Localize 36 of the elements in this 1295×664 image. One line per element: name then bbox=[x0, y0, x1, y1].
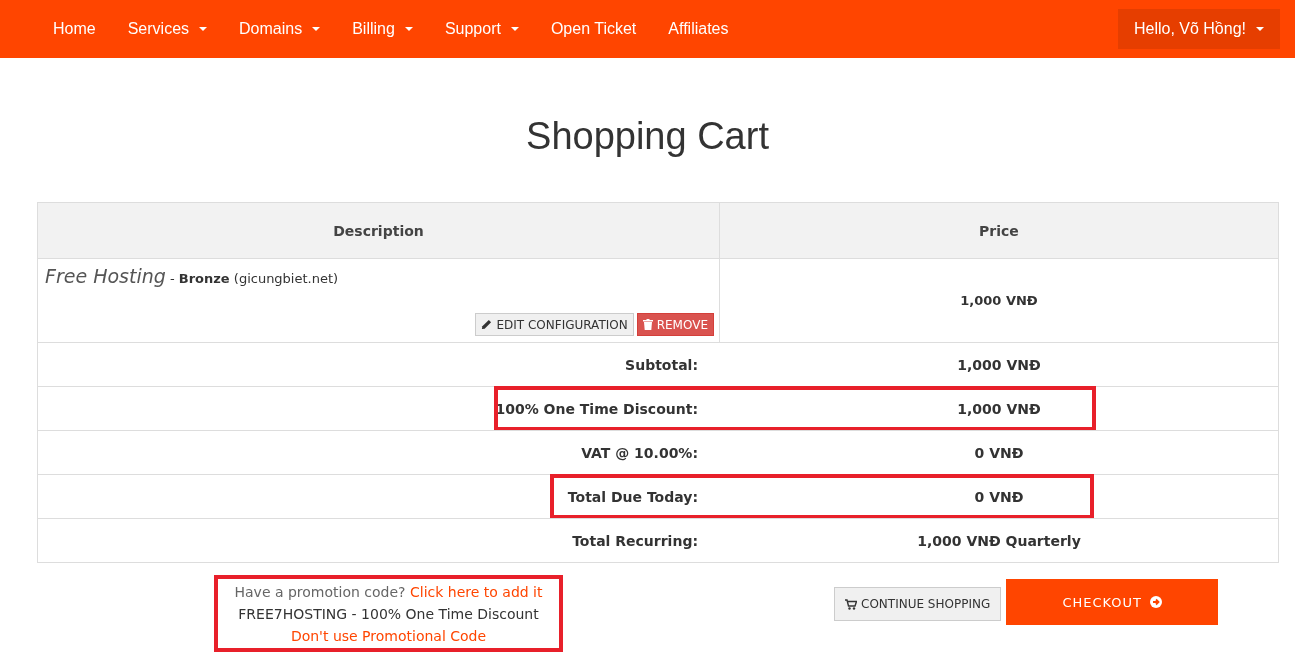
trash-icon bbox=[642, 319, 653, 330]
summary-label: 100% One Time Discount: bbox=[495, 400, 698, 417]
summary-value: 0 VNĐ bbox=[974, 488, 1024, 505]
nav-link[interactable]: Affiliates bbox=[652, 20, 745, 38]
checkout-button[interactable]: CHECKOUT bbox=[1006, 579, 1219, 625]
applied-promo: FREE7HOSTING - 100% One Time Discount bbox=[238, 604, 539, 624]
continue-shopping-button[interactable]: CONTINUE SHOPPING bbox=[834, 587, 1002, 621]
summary-value: 1,000 VNĐ Quarterly bbox=[917, 532, 1081, 549]
nav-link[interactable]: Home bbox=[37, 20, 112, 38]
column-header: Description bbox=[38, 203, 720, 258]
summary-value: 1,000 VNĐ bbox=[957, 400, 1041, 417]
summary-label: Total Recurring: bbox=[572, 532, 698, 549]
summary-label: Subtotal: bbox=[625, 356, 698, 373]
nav-link[interactable]: Open Ticket bbox=[534, 20, 653, 38]
summary-value: 0 VNĐ bbox=[974, 444, 1024, 461]
summary-label: Total Due Today: bbox=[567, 488, 698, 505]
summary-label: VAT @ 10.00%: bbox=[581, 444, 698, 461]
summary-value: 1,000 VNĐ bbox=[957, 356, 1041, 373]
remove-button[interactable]: REMOVE bbox=[636, 313, 714, 336]
add-promo-link[interactable]: Click here to add it bbox=[410, 583, 543, 600]
edit-configuration-button[interactable]: EDIT CONFIGURATION bbox=[475, 313, 634, 336]
cart-icon bbox=[845, 598, 857, 610]
nav-link[interactable]: Support bbox=[428, 20, 535, 38]
arrow-circle-icon bbox=[1150, 596, 1163, 608]
page-title: Shopping Cart bbox=[525, 114, 770, 158]
item-price: 1,000 VNĐ bbox=[959, 292, 1039, 310]
nav-link[interactable]: Services bbox=[111, 20, 224, 38]
product-plan: - Bronze (gicungbiet.net) bbox=[169, 271, 339, 286]
promo-question: Have a promotion code? bbox=[234, 583, 406, 600]
remove-promo-link[interactable]: Don't use Promotional Code bbox=[290, 627, 487, 644]
product-name: Free Hosting bbox=[45, 265, 166, 287]
user-menu[interactable]: Hello, Võ Hồng! bbox=[1117, 9, 1280, 49]
column-header: Price bbox=[978, 221, 1020, 241]
nav-link[interactable]: Domains bbox=[223, 20, 337, 38]
pencil-icon bbox=[481, 319, 493, 330]
nav-link[interactable]: Billing bbox=[336, 20, 429, 38]
